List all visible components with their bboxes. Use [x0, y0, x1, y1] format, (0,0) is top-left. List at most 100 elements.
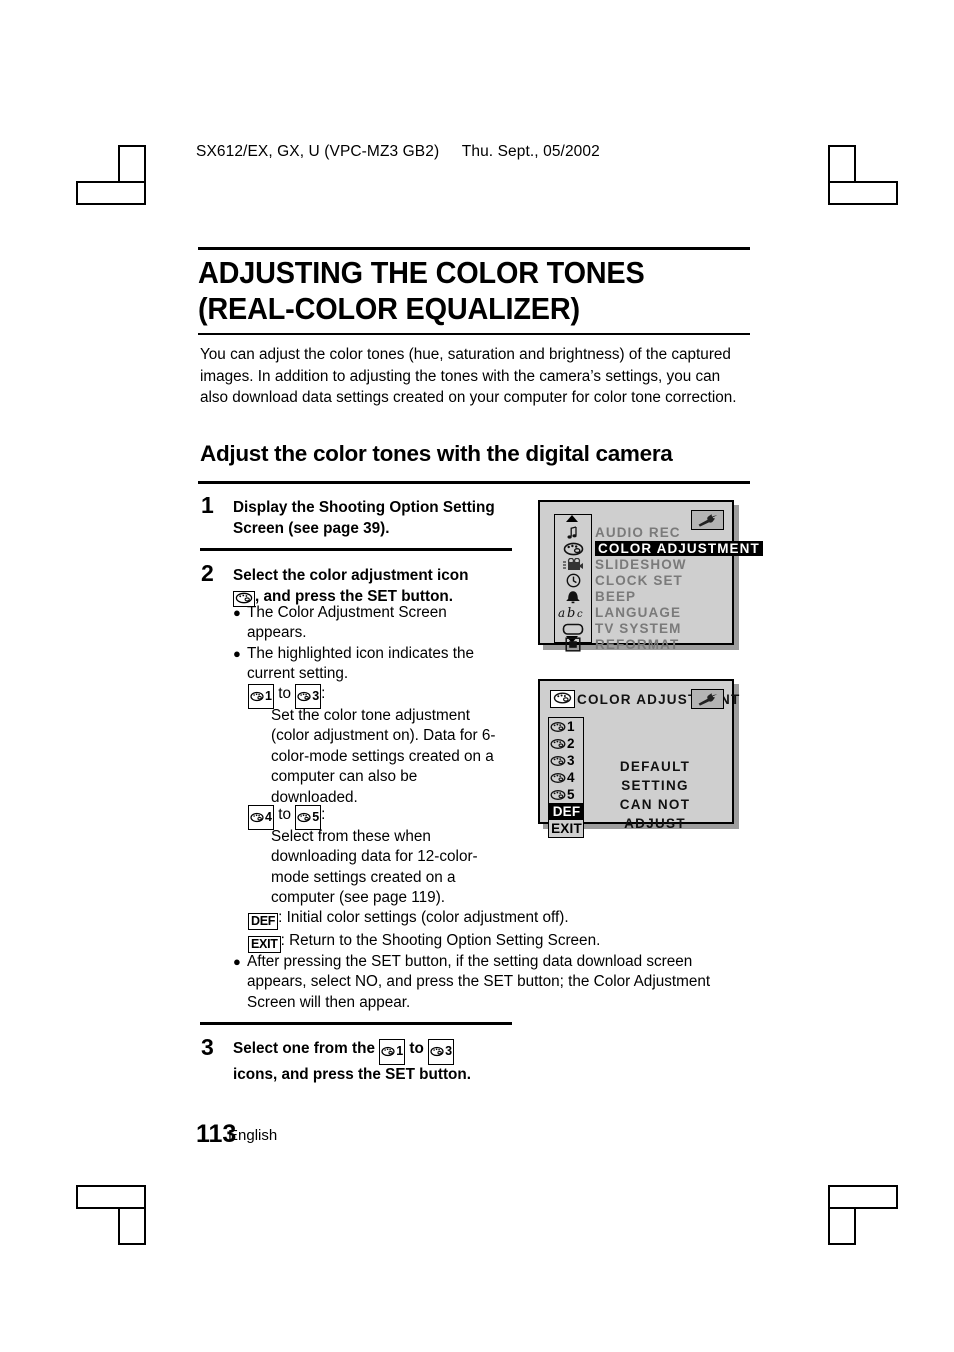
- step-2-exit-line: EXIT: Return to the Shooting Option Sett…: [248, 931, 648, 953]
- palette-3-number: 3: [445, 1044, 453, 1058]
- range-a-separator: to: [278, 685, 291, 702]
- palette-icon: [550, 755, 566, 766]
- svg-text:b: b: [567, 606, 575, 619]
- step-1-number: 1: [201, 492, 214, 518]
- palette-5-number: 5: [312, 810, 320, 824]
- step-2-range-a-description: Set the color tone adjustment (color adj…: [271, 707, 496, 806]
- step-2-bullet-1: ● The Color Adjustment Screen appears.: [233, 603, 501, 644]
- color-mode-item-3[interactable]: 3: [549, 752, 583, 769]
- palette-icon: [430, 1046, 444, 1057]
- title-rule-bottom: [198, 333, 750, 335]
- menu-item-label: CLOCK SET: [595, 573, 683, 588]
- step-1-divider: [200, 548, 512, 551]
- exit-description: : Return to the Shooting Option Setting …: [280, 932, 601, 949]
- lcd-screen: AUDIO REC COLOR ADJUSTMENT SLIDESHOW CLO…: [546, 508, 763, 652]
- menu-item-label: COLOR ADJUSTMENT: [595, 541, 763, 556]
- range-b-colon: :: [321, 806, 326, 823]
- page-language: English: [228, 1127, 278, 1144]
- menu-item-slideshow[interactable]: SLIDESHOW: [554, 557, 687, 572]
- lcd-color-adjustment-screen: COLOR ADJUSTMENT 1 2 3 4 5 DEF EXIT DEFA…: [538, 679, 739, 838]
- menu-item-audio-rec[interactable]: AUDIO REC: [554, 525, 681, 540]
- color-mode-label: EXIT: [551, 821, 582, 836]
- tv-icon: [554, 621, 592, 636]
- running-header: SX612/EX, GX, U (VPC-MZ3 GB2) Thu. Sept.…: [196, 143, 600, 161]
- color-mode-item-1[interactable]: 1: [549, 718, 583, 735]
- crop-mark-bottom-right: [806, 1185, 898, 1245]
- color-mode-label: 2: [567, 736, 575, 751]
- svg-text:c: c: [577, 609, 583, 619]
- palette-icon: [550, 789, 566, 800]
- menu-item-label: SLIDESHOW: [595, 557, 687, 572]
- clock-icon: [554, 573, 592, 588]
- menu-item-tv-system[interactable]: TV SYSTEM: [554, 621, 681, 636]
- menu-item-language[interactable]: abc LANGUAGE: [554, 605, 681, 620]
- lcd-shooting-option-screen: AUDIO REC COLOR ADJUSTMENT SLIDESHOW CLO…: [538, 500, 763, 652]
- palette-icon: [250, 812, 264, 823]
- range-b-separator: to: [278, 806, 291, 823]
- lcd-screen: COLOR ADJUSTMENT 1 2 3 4 5 DEF EXIT DEFA…: [546, 687, 739, 838]
- color-mode-item-def[interactable]: DEF: [549, 803, 583, 820]
- menu-item-beep[interactable]: BEEP: [554, 589, 636, 604]
- palette-1-number: 1: [396, 1044, 404, 1058]
- exit-key: EXIT: [248, 936, 281, 953]
- wrench-badge: [691, 510, 724, 530]
- palette-icon: [235, 592, 253, 603]
- palette-icon: [550, 772, 566, 783]
- reformat-icon: [554, 637, 592, 652]
- lcd-message: DEFAULT SETTING CAN NOT ADJUST: [590, 757, 720, 833]
- palette-icon: [550, 738, 566, 749]
- palette-3-key: 3: [428, 1039, 455, 1065]
- step-2-number: 2: [201, 560, 214, 586]
- palette-1-number: 1: [265, 689, 272, 703]
- menu-item-clock-set[interactable]: CLOCK SET: [554, 573, 683, 588]
- color-mode-label: 4: [567, 770, 575, 785]
- movie-camera-icon: [554, 557, 592, 572]
- color-mode-item-4[interactable]: 4: [549, 769, 583, 786]
- color-mode-item-exit[interactable]: EXIT: [549, 820, 583, 837]
- crop-mark-bottom-left: [76, 1185, 168, 1245]
- title-palette-icon-key: [550, 690, 575, 708]
- wrench-icon: [698, 513, 717, 527]
- palette-icon: [554, 541, 592, 556]
- palette-icon: [297, 691, 311, 702]
- palette-icon: [250, 691, 264, 702]
- color-mode-label: 3: [567, 753, 575, 768]
- menu-item-color-adjustment[interactable]: COLOR ADJUSTMENT: [554, 541, 763, 556]
- step-3-number: 3: [201, 1034, 214, 1060]
- def-key: DEF: [248, 913, 279, 930]
- color-mode-item-2[interactable]: 2: [549, 735, 583, 752]
- step-3-title: Select one from the 1 to 3 icons, and pr…: [233, 1039, 533, 1085]
- palette-1-key: 1: [379, 1039, 406, 1065]
- section-subheading: Adjust the color tones with the digital …: [200, 441, 673, 466]
- step-2-bullet-3: ● After pressing the SET button, if the …: [233, 952, 749, 1013]
- step-1-title: Display the Shooting Option Setting Scre…: [233, 498, 523, 539]
- crop-mark-top-left: [76, 145, 168, 205]
- palette-icon: [550, 721, 566, 732]
- menu-item-label: BEEP: [595, 589, 637, 604]
- subheading-rule: [198, 481, 750, 484]
- step-2-bullet-3-text: After pressing the SET button, if the se…: [247, 953, 711, 1011]
- lcd-message-line2: CAN NOT ADJUST: [619, 797, 691, 831]
- menu-item-reformat[interactable]: REFORMAT: [554, 637, 679, 652]
- step-2-title: Select the color adjustment icon , and p…: [233, 566, 523, 607]
- color-mode-label: 5: [567, 787, 575, 802]
- scroll-up-icon: [566, 515, 578, 522]
- def-description: : Initial color settings (color adjustme…: [278, 909, 569, 926]
- step-2-range-b-description: Select from these when downloading data …: [271, 828, 478, 907]
- svg-text:a: a: [558, 606, 565, 619]
- step-2-title-line1: Select the color adjustment icon: [233, 567, 469, 584]
- intro-paragraph: You can adjust the color tones (hue, sat…: [200, 346, 737, 406]
- lcd-message-line1: DEFAULT SETTING: [619, 759, 691, 793]
- header-model: SX612/EX, GX, U (VPC-MZ3 GB2): [196, 143, 440, 160]
- step-3-title-post: icons, and press the SET button.: [233, 1065, 471, 1083]
- step-2-def-line: DEF: Initial color settings (color adjus…: [248, 908, 648, 930]
- wrench-icon: [698, 692, 717, 706]
- step-2-divider: [200, 1022, 512, 1025]
- color-mode-label: DEF: [552, 804, 581, 819]
- bullet-dot-icon: ●: [233, 605, 241, 620]
- lcd-bezel: COLOR ADJUSTMENT 1 2 3 4 5 DEF EXIT DEFA…: [538, 679, 739, 838]
- palette-icon: [553, 692, 572, 704]
- page-title: ADJUSTING THE COLOR TONES (REAL-COLOR EQ…: [198, 255, 719, 327]
- color-mode-item-5[interactable]: 5: [549, 786, 583, 803]
- header-date: Thu. Sept., 05/2002: [461, 143, 600, 160]
